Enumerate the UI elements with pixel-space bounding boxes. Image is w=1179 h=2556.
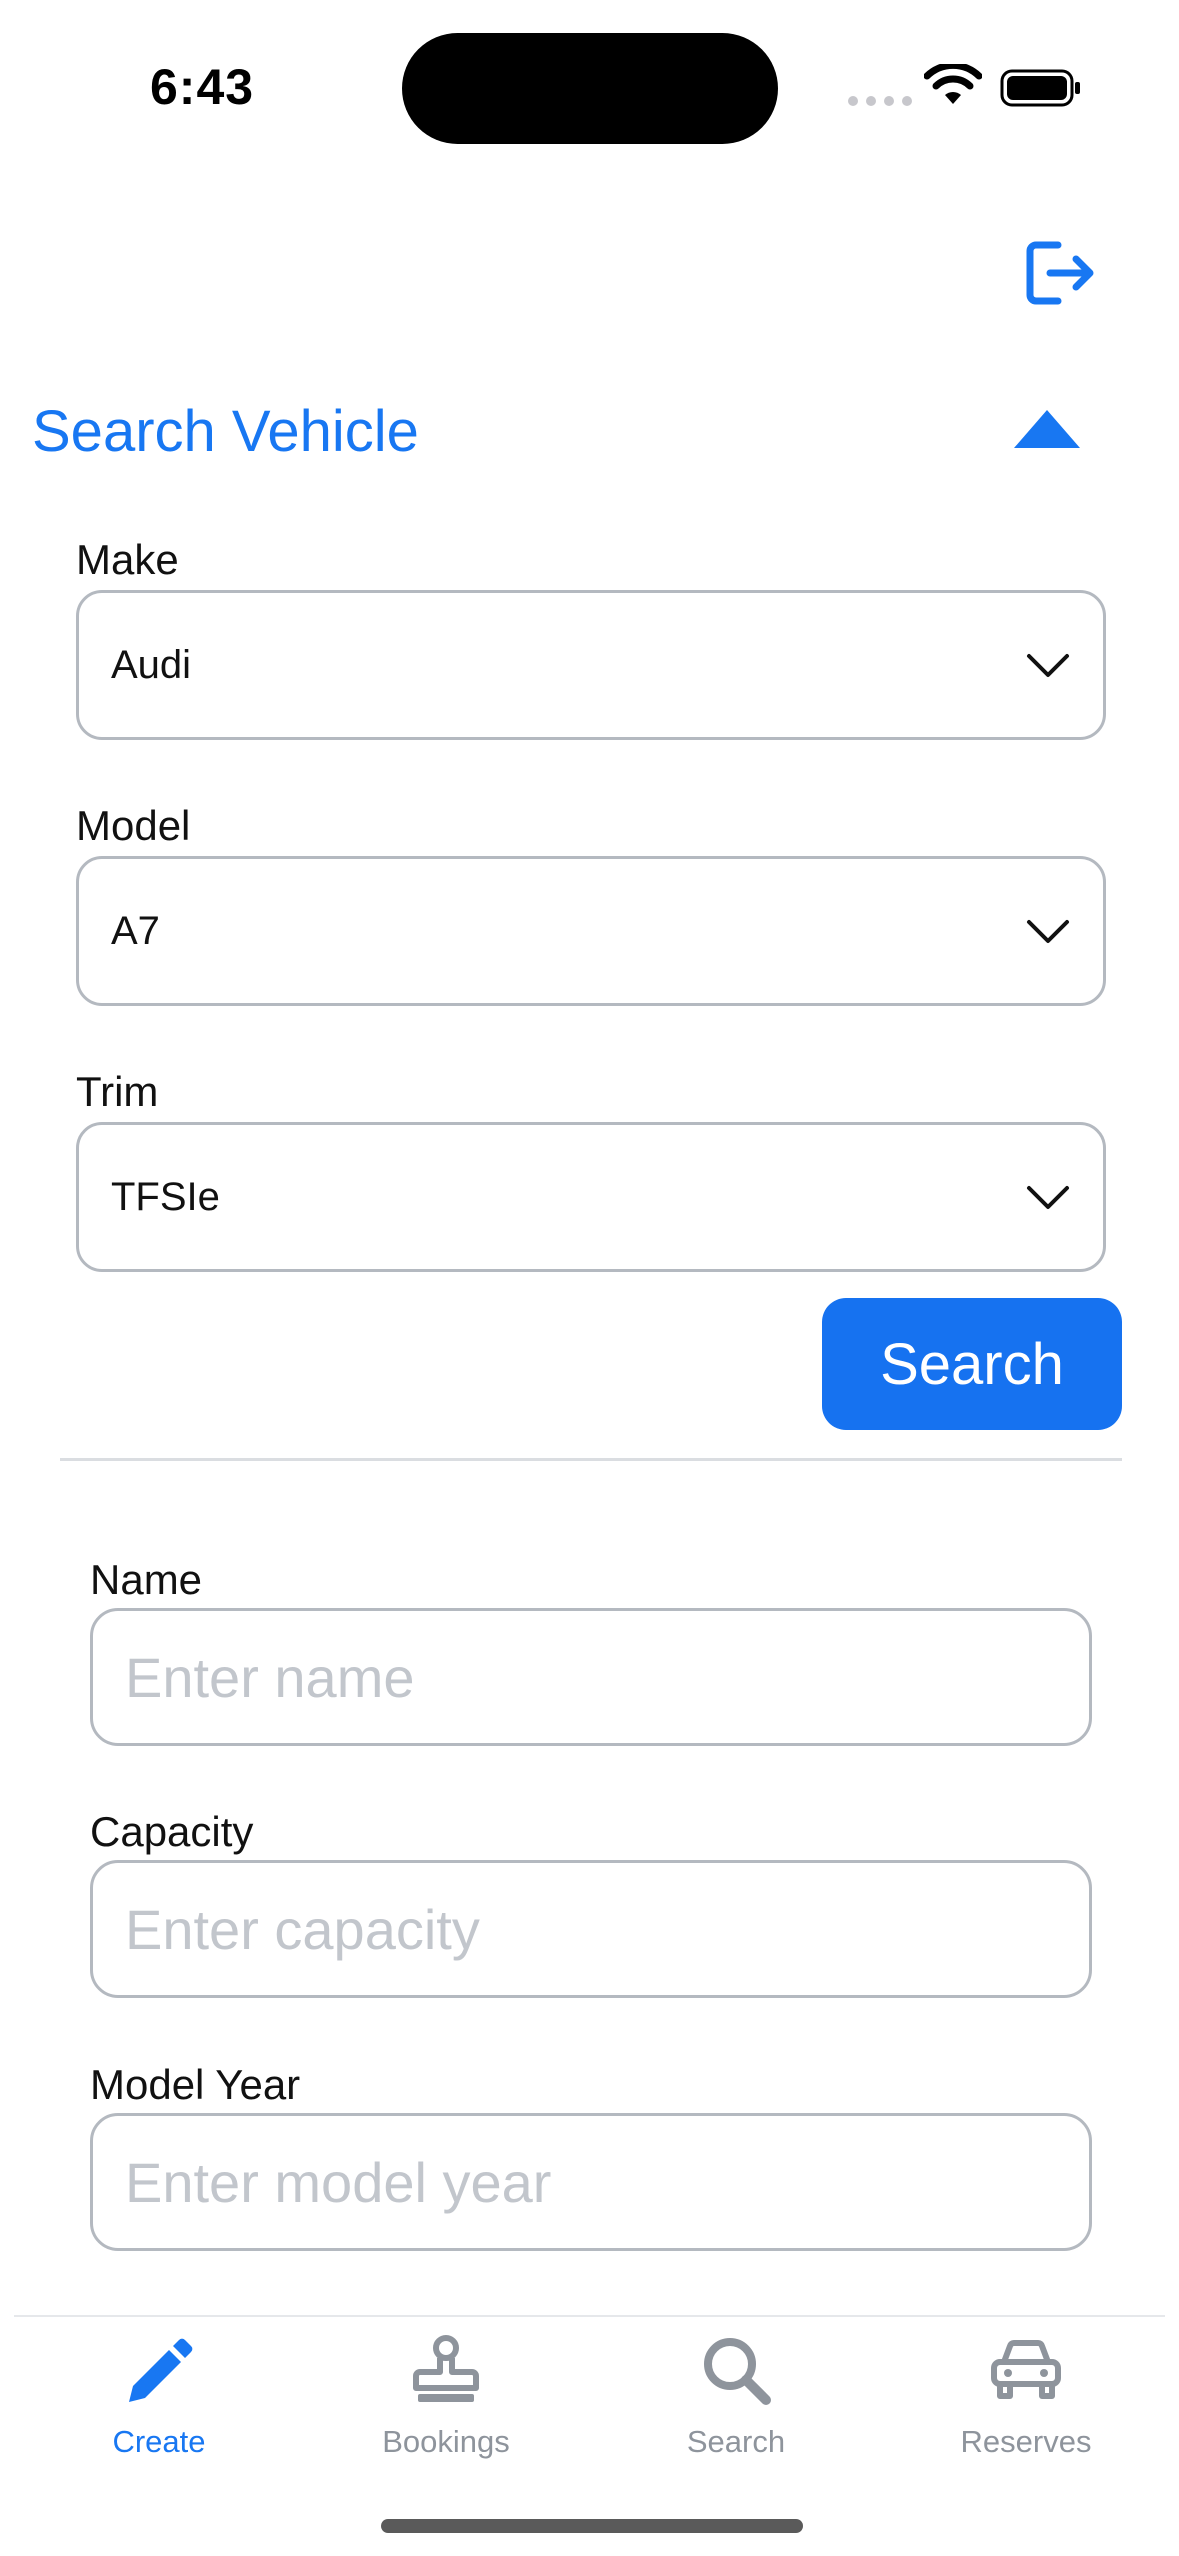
model-select[interactable]: A7 xyxy=(76,856,1106,1006)
make-value: Audi xyxy=(111,642,192,687)
tab-create[interactable]: Create xyxy=(39,2320,279,2480)
make-label: Make xyxy=(76,536,179,583)
cellular-signal-icon xyxy=(848,96,912,106)
model-year-input[interactable] xyxy=(90,2113,1092,2251)
trim-select[interactable]: TFSIe xyxy=(76,1122,1106,1272)
collapse-triangle-icon[interactable] xyxy=(1012,408,1082,450)
logout-icon[interactable] xyxy=(1024,240,1096,306)
tab-bar-divider xyxy=(14,2315,1165,2317)
trim-label: Trim xyxy=(76,1068,159,1115)
capacity-input[interactable] xyxy=(90,1860,1092,1998)
tab-label: Create xyxy=(112,2424,206,2459)
home-indicator xyxy=(381,2519,803,2533)
stamp-icon xyxy=(413,2335,479,2402)
tab-reserves[interactable]: Reserves xyxy=(906,2320,1146,2480)
search-icon xyxy=(704,2338,771,2405)
tab-label: Bookings xyxy=(382,2424,510,2459)
status-time: 6:43 xyxy=(150,59,255,115)
name-label: Name xyxy=(90,1556,203,1603)
dynamic-island xyxy=(402,33,778,144)
model-year-label: Model Year xyxy=(90,2061,301,2108)
capacity-label: Capacity xyxy=(90,1808,254,1855)
trim-value: TFSIe xyxy=(111,1174,220,1219)
section-divider xyxy=(60,1458,1122,1461)
battery-icon xyxy=(1000,69,1080,107)
chevron-down-icon xyxy=(1027,654,1069,677)
tab-search[interactable]: Search xyxy=(616,2320,856,2480)
model-label: Model xyxy=(76,802,191,849)
chevron-down-icon xyxy=(1027,1186,1069,1209)
tab-label: Search xyxy=(686,2424,786,2459)
chevron-down-icon xyxy=(1027,920,1069,943)
tab-label: Reserves xyxy=(960,2424,1092,2459)
search-vehicle-title[interactable]: Search Vehicle xyxy=(32,398,419,465)
make-select[interactable]: Audi xyxy=(76,590,1106,740)
search-button[interactable]: Search xyxy=(822,1298,1122,1430)
wifi-icon xyxy=(924,64,982,104)
model-value: A7 xyxy=(111,908,160,953)
tab-bookings[interactable]: Bookings xyxy=(326,2320,566,2480)
car-icon xyxy=(991,2340,1061,2399)
pencil-icon xyxy=(129,2338,193,2402)
name-input[interactable] xyxy=(90,1608,1092,1746)
